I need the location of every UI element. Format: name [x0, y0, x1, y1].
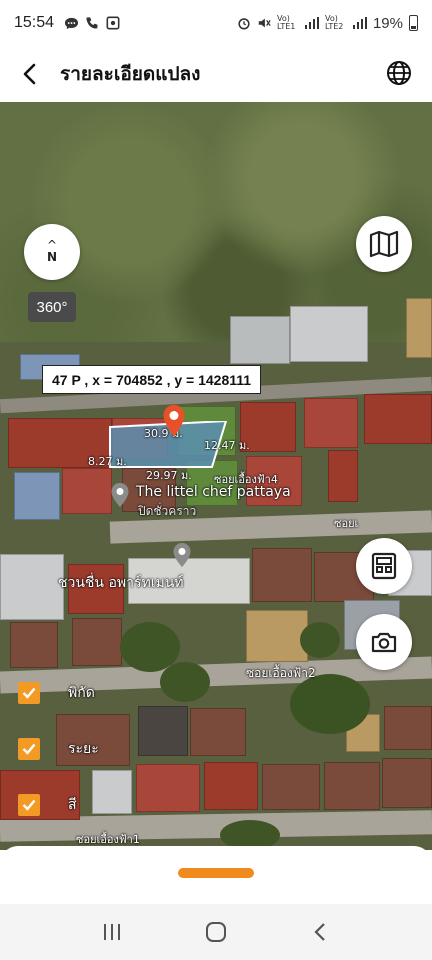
building — [290, 306, 368, 362]
bottom-sheet[interactable] — [0, 846, 432, 904]
tree — [290, 674, 370, 734]
poi-marker-icon[interactable] — [110, 482, 130, 508]
map-icon — [369, 230, 399, 258]
dimension-left-label: 8.27 ม. — [88, 455, 127, 468]
building — [230, 316, 290, 364]
check-icon — [22, 743, 36, 755]
building — [246, 610, 308, 662]
dimension-right-label: 12.47 ม. — [204, 439, 250, 452]
status-time: 15:54 — [14, 14, 55, 31]
signal-icon-2 — [352, 17, 367, 29]
layer-label-color: สี — [68, 797, 77, 813]
page-title: รายละเอียดแปลง — [60, 63, 201, 85]
building — [384, 706, 432, 750]
app-header: รายละเอียดแปลง — [0, 46, 432, 102]
building — [204, 762, 258, 810]
place-marker-icon[interactable] — [172, 542, 192, 568]
location-pin-icon — [163, 405, 185, 437]
satellite-map[interactable]: 30.9 ม. 12.47 ม. 8.27 ม. 29.97 ม. ซอยเอื… — [0, 102, 432, 850]
signal-icon — [304, 17, 319, 29]
view-360-button[interactable]: 360° — [28, 292, 76, 322]
layer-label-coordinates: พิกัด — [68, 685, 95, 701]
building — [382, 758, 432, 808]
tree — [160, 662, 210, 702]
back-button[interactable] — [0, 46, 60, 102]
mute-icon — [258, 18, 271, 28]
sim1-label: Vo) LTE1 — [276, 14, 296, 31]
status-right: Vo) LTE1 Vo) LTE2 19% — [237, 15, 418, 32]
layer-checkbox-color[interactable] — [18, 794, 40, 816]
status-bar: 15:54 Vo) LTE1 Vo) LTE2 19% — [0, 0, 432, 46]
building — [262, 764, 320, 810]
chat-icon — [64, 17, 79, 29]
camera-button[interactable] — [356, 614, 412, 670]
globe-icon — [387, 61, 411, 85]
building — [364, 394, 432, 444]
system-back-button[interactable] — [295, 912, 345, 952]
tree — [300, 622, 340, 658]
phone-icon — [86, 16, 98, 28]
building — [14, 472, 60, 520]
map-type-button[interactable] — [356, 216, 412, 272]
battery-icon — [409, 15, 418, 31]
home-icon — [206, 922, 226, 942]
check-icon — [22, 687, 36, 699]
building — [0, 554, 64, 620]
layer-label-distance: ระยะ — [68, 741, 99, 757]
dashboard-button[interactable] — [356, 538, 412, 594]
building — [72, 618, 122, 666]
battery-percent: 19% — [372, 14, 403, 32]
poi-status: ปิดชั่วคราว — [138, 504, 197, 518]
layer-row-coordinates: พิกัด — [18, 682, 95, 704]
layer-checkbox-distance[interactable] — [18, 738, 40, 760]
building — [10, 622, 58, 668]
language-button[interactable] — [382, 56, 416, 90]
check-icon — [22, 799, 36, 811]
alarm-icon — [238, 18, 250, 30]
notification-icons — [64, 16, 120, 31]
chevron-left-icon — [23, 63, 36, 85]
building — [406, 298, 432, 358]
recent-apps-icon — [104, 924, 120, 940]
recent-apps-button[interactable] — [87, 912, 137, 952]
back-icon — [314, 923, 325, 941]
street-label-4: ซอยเ — [334, 517, 359, 530]
building — [252, 548, 312, 602]
street-label-2: ซอยเอื้องฟ้า2 — [246, 666, 316, 680]
building — [138, 706, 188, 756]
image-icon — [106, 16, 120, 29]
building — [324, 762, 380, 810]
camera-icon — [371, 632, 397, 653]
building — [304, 398, 358, 448]
coordinates-label: 47 P , x = 704852 , y = 1428111 — [42, 365, 262, 394]
building — [62, 468, 112, 514]
compass-label: N — [46, 250, 58, 264]
building — [190, 708, 246, 756]
home-button[interactable] — [191, 912, 241, 952]
poi-name[interactable]: The littel chef pattaya — [136, 484, 291, 500]
layer-row-distance: ระยะ — [18, 738, 99, 760]
building — [92, 770, 132, 814]
system-navbar — [0, 904, 432, 960]
dimension-bottom-label: 29.97 ม. — [146, 469, 192, 482]
place-label[interactable]: ชวนชื่น อพาร์ทเมนท์ — [58, 572, 184, 594]
bottom-sheet-handle[interactable] — [178, 868, 254, 878]
dashboard-icon — [371, 552, 397, 580]
layer-checkbox-coordinates[interactable] — [18, 682, 40, 704]
north-arrow-icon: ^ — [46, 238, 58, 252]
compass-button[interactable]: ^ N — [24, 224, 80, 280]
sim2-label: Vo) LTE2 — [324, 14, 344, 31]
building — [328, 450, 358, 502]
building — [136, 764, 200, 812]
layer-row-color: สี — [18, 794, 77, 816]
